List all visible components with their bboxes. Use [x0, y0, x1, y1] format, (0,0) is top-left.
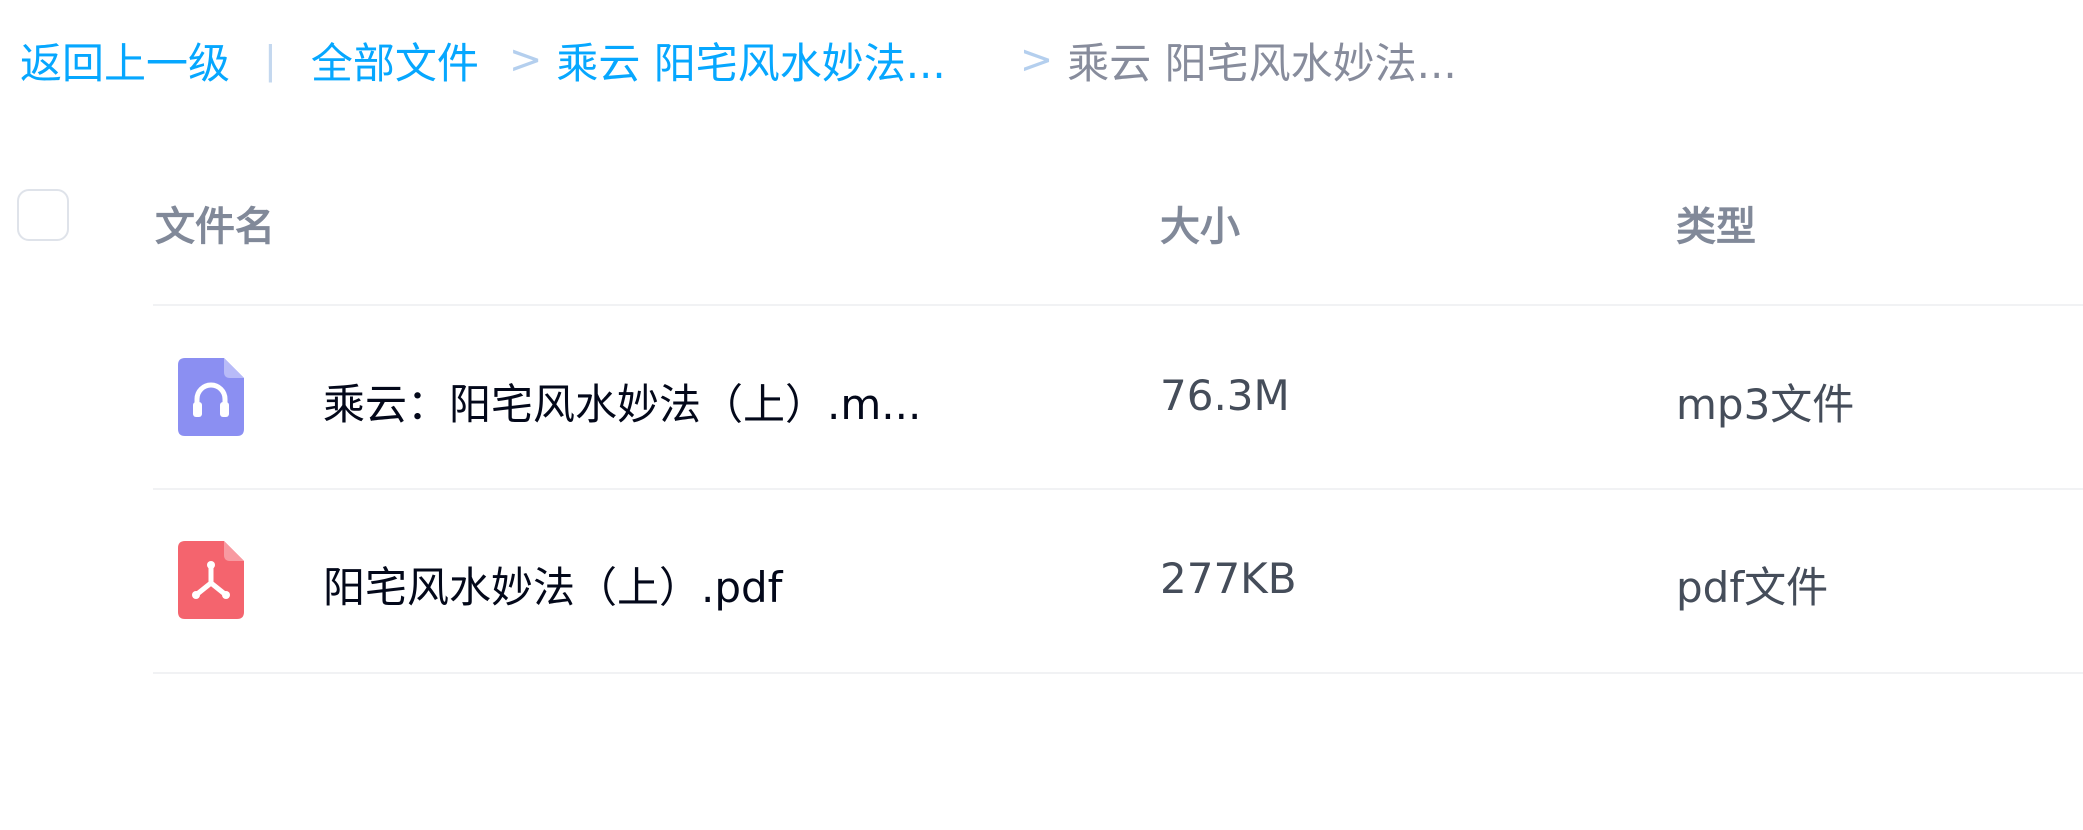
breadcrumb-divider: |: [264, 38, 277, 82]
file-table-header: 文件名 大小 类型: [0, 184, 2083, 254]
divider: [153, 672, 2083, 674]
file-type: pdf文件: [1676, 563, 1829, 612]
breadcrumb-separator: >: [1019, 37, 1054, 83]
file-name[interactable]: 阳宅风水妙法（上）.pdf: [323, 554, 782, 615]
pdf-file-icon: [178, 541, 244, 619]
back-link[interactable]: 返回上一级: [20, 30, 230, 91]
audio-file-icon: [178, 358, 244, 436]
file-row[interactable]: 阳宅风水妙法（上）.pdf 277KB pdf文件: [0, 489, 2083, 671]
select-all-checkbox[interactable]: [17, 189, 69, 241]
file-size: 277KB: [1160, 554, 1297, 603]
column-header-name[interactable]: 文件名: [155, 194, 275, 252]
file-name[interactable]: 乘云：阳宅风水妙法（上）.m...: [323, 371, 921, 432]
breadcrumb-all-files[interactable]: 全部文件: [311, 30, 479, 91]
breadcrumb-current-folder: 乘云 阳宅风水妙法...: [1067, 38, 1457, 88]
column-header-type[interactable]: 类型: [1676, 194, 1756, 252]
breadcrumb-separator: >: [508, 37, 543, 83]
file-row[interactable]: 乘云：阳宅风水妙法（上）.m... 76.3M mp3文件: [0, 306, 2083, 488]
file-size: 76.3M: [1160, 371, 1290, 420]
column-header-size[interactable]: 大小: [1160, 194, 1240, 252]
file-type: mp3文件: [1676, 380, 1855, 429]
breadcrumb: 返回上一级 | 全部文件 > 乘云 阳宅风水妙法... > 乘云 阳宅风水妙法.…: [20, 30, 1457, 90]
breadcrumb-parent-folder[interactable]: 乘云 阳宅风水妙法...: [556, 30, 945, 91]
